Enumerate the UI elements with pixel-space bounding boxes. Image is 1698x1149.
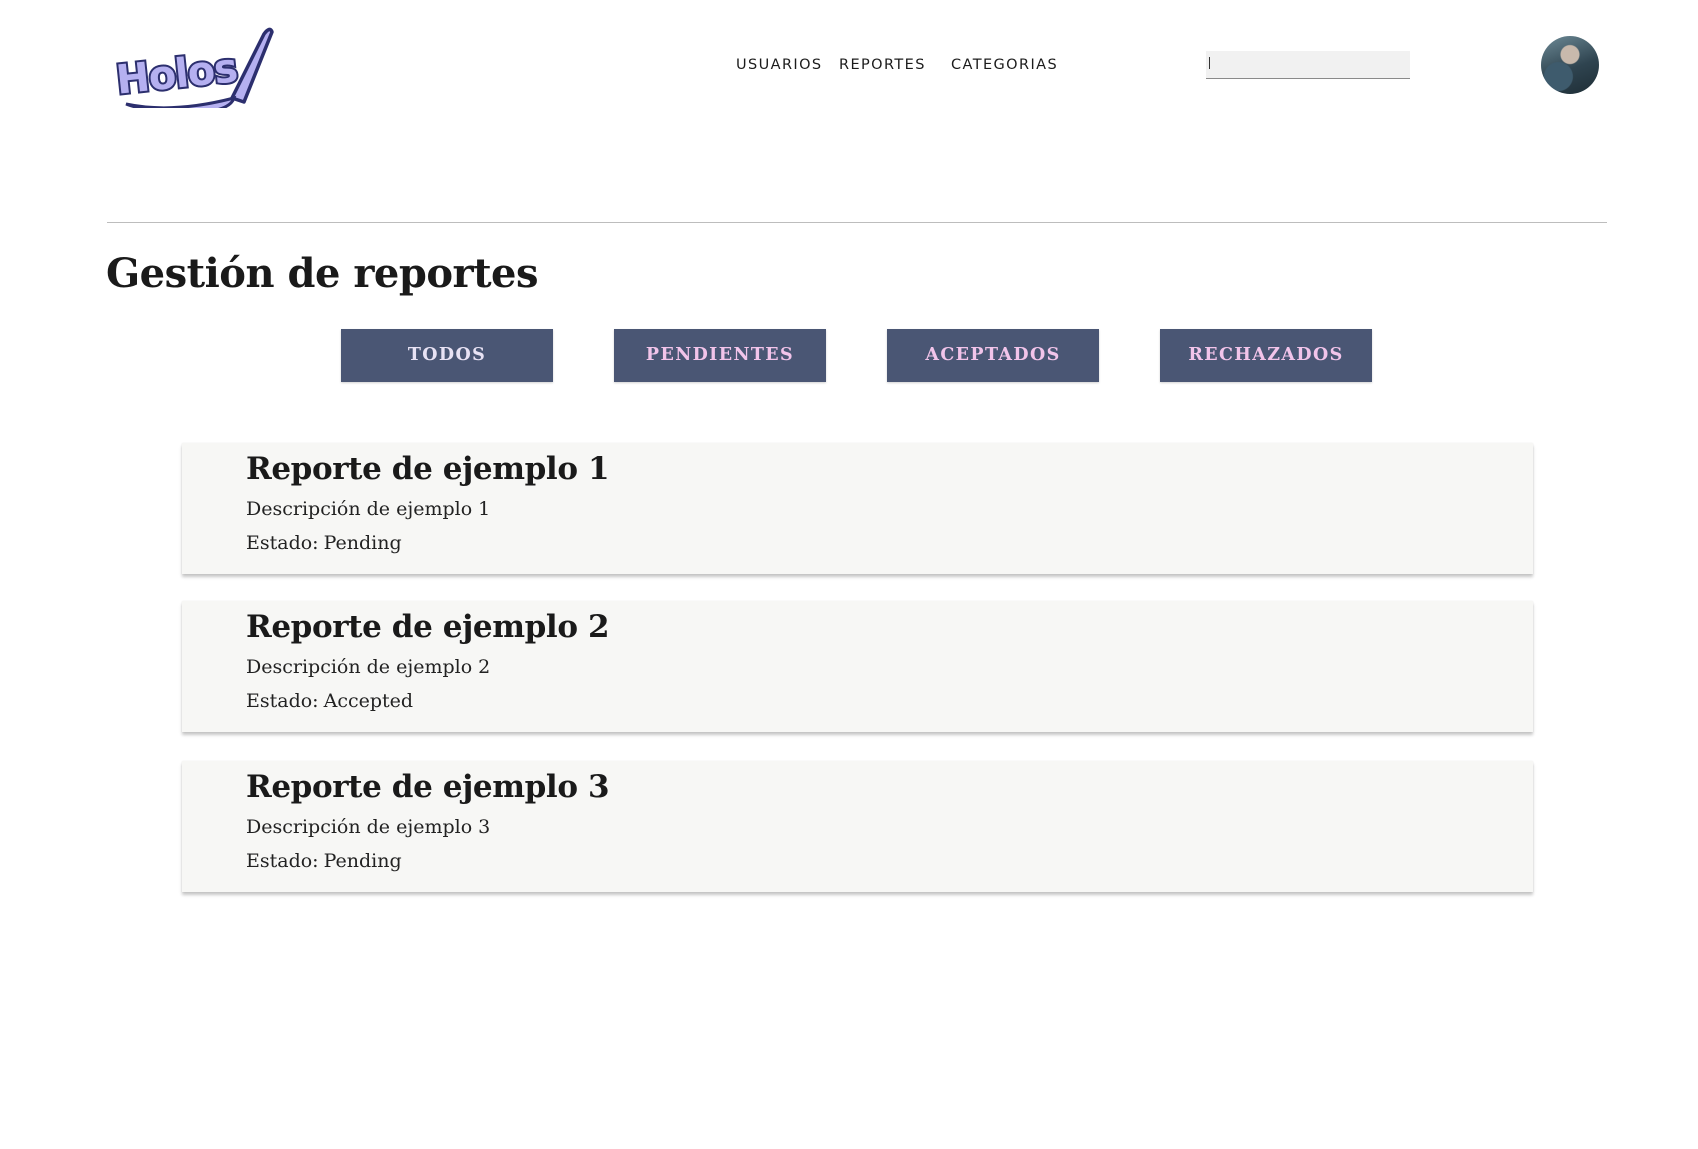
page: Holos USUARIOS REPORTES CATEGORIAS Gesti… — [0, 0, 1698, 1149]
avatar[interactable] — [1541, 36, 1599, 94]
page-title: Gestión de reportes — [106, 250, 539, 297]
status-label: Estado: — [246, 690, 319, 712]
report-status: Estado: Pending — [246, 850, 402, 872]
report-description: Descripción de ejemplo 2 — [246, 656, 491, 678]
nav-reportes[interactable]: REPORTES — [839, 57, 926, 73]
filter-todos-button[interactable]: TODOS — [341, 329, 553, 382]
report-description: Descripción de ejemplo 3 — [246, 816, 491, 838]
header-divider — [107, 222, 1607, 223]
status-label: Estado: — [246, 532, 319, 554]
status-value: Accepted — [323, 690, 414, 712]
report-card[interactable]: Reporte de ejemplo 1 Descripción de ejem… — [182, 443, 1533, 574]
filter-pendientes-button[interactable]: PENDIENTES — [614, 329, 826, 382]
nav-categorias[interactable]: CATEGORIAS — [951, 57, 1058, 73]
report-title: Reporte de ejemplo 3 — [246, 769, 610, 805]
filter-rechazados-button[interactable]: RECHAZADOS — [1160, 329, 1372, 382]
filter-aceptados-button[interactable]: ACEPTADOS — [887, 329, 1099, 382]
status-value: Pending — [323, 850, 402, 872]
report-card[interactable]: Reporte de ejemplo 2 Descripción de ejem… — [182, 601, 1533, 732]
report-status: Estado: Pending — [246, 532, 402, 554]
report-title: Reporte de ejemplo 1 — [246, 451, 610, 487]
text-caret — [1209, 57, 1210, 69]
report-title: Reporte de ejemplo 2 — [246, 609, 610, 645]
main-nav: USUARIOS REPORTES CATEGORIAS — [0, 57, 1698, 77]
report-status: Estado: Accepted — [246, 690, 413, 712]
search-input[interactable] — [1206, 51, 1410, 79]
status-label: Estado: — [246, 850, 319, 872]
nav-usuarios[interactable]: USUARIOS — [736, 57, 823, 73]
report-description: Descripción de ejemplo 1 — [246, 498, 491, 520]
status-value: Pending — [323, 532, 402, 554]
report-card[interactable]: Reporte de ejemplo 3 Descripción de ejem… — [182, 761, 1533, 892]
